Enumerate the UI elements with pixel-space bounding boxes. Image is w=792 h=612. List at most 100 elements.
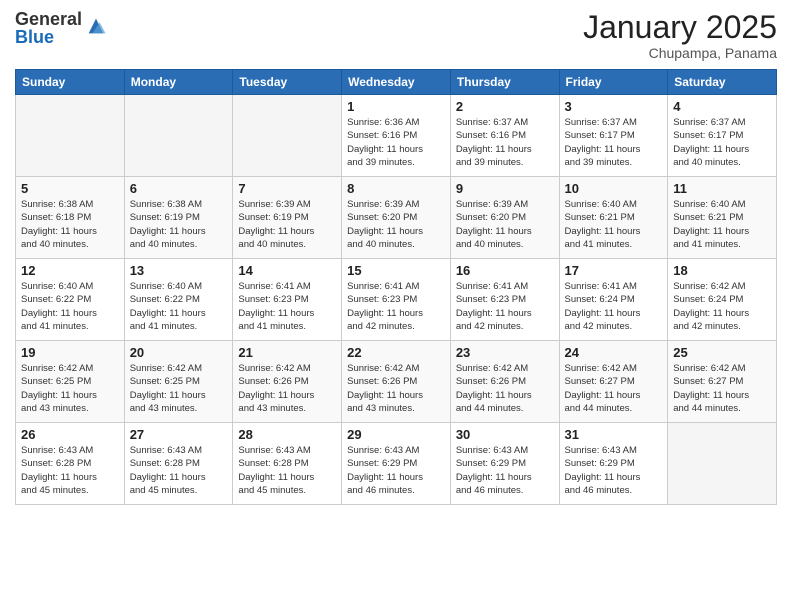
header-thursday: Thursday <box>450 70 559 95</box>
day-info: Sunrise: 6:42 AM Sunset: 6:24 PM Dayligh… <box>673 280 771 333</box>
calendar-cell: 18 Sunrise: 6:42 AM Sunset: 6:24 PM Dayli… <box>668 259 777 341</box>
day-number: 31 <box>565 427 663 442</box>
day-number: 12 <box>21 263 119 278</box>
calendar-cell: 5Sunrise: 6:38 AM Sunset: 6:18 PM Daylig… <box>16 177 125 259</box>
page: General Blue January 2025 Chupampa, Pana… <box>0 0 792 612</box>
calendar-cell: 30 Sunrise: 6:43 AM Sunset: 6:29 PM Dayli… <box>450 423 559 505</box>
calendar-cell: 4Sunrise: 6:37 AM Sunset: 6:17 PM Daylig… <box>668 95 777 177</box>
day-number: 11 <box>673 181 771 196</box>
calendar-cell: 11 Sunrise: 6:40 AM Sunset: 6:21 PM Dayli… <box>668 177 777 259</box>
day-number: 24 <box>565 345 663 360</box>
calendar-cell: 20 Sunrise: 6:42 AM Sunset: 6:25 PM Dayli… <box>124 341 233 423</box>
header-monday: Monday <box>124 70 233 95</box>
calendar-cell: 25 Sunrise: 6:42 AM Sunset: 6:27 PM Dayli… <box>668 341 777 423</box>
day-number: 23 <box>456 345 554 360</box>
day-number: 29 <box>347 427 445 442</box>
calendar-cell: 28 Sunrise: 6:43 AM Sunset: 6:28 PM Dayli… <box>233 423 342 505</box>
day-number: 15 <box>347 263 445 278</box>
day-info: Sunrise: 6:40 AM Sunset: 6:21 PM Dayligh… <box>673 198 771 251</box>
day-info: Sunrise: 6:42 AM Sunset: 6:25 PM Dayligh… <box>130 362 228 415</box>
calendar-cell: 19Sunrise: 6:42 AM Sunset: 6:25 PM Dayli… <box>16 341 125 423</box>
calendar-cell: 24 Sunrise: 6:42 AM Sunset: 6:27 PM Dayli… <box>559 341 668 423</box>
week-row-4: 19Sunrise: 6:42 AM Sunset: 6:25 PM Dayli… <box>16 341 777 423</box>
header-row: Sunday Monday Tuesday Wednesday Thursday… <box>16 70 777 95</box>
calendar-cell: 12 Sunrise: 6:40 AM Sunset: 6:22 PM Dayli… <box>16 259 125 341</box>
day-info: Sunrise: 6:42 AM Sunset: 6:26 PM Dayligh… <box>347 362 445 415</box>
day-number: 9 <box>456 181 554 196</box>
day-info: Sunrise: 6:43 AM Sunset: 6:29 PM Dayligh… <box>456 444 554 497</box>
day-number: 21 <box>238 345 336 360</box>
header-wednesday: Wednesday <box>342 70 451 95</box>
calendar-cell: 22 Sunrise: 6:42 AM Sunset: 6:26 PM Dayli… <box>342 341 451 423</box>
day-number: 4 <box>673 99 771 114</box>
day-info: Sunrise: 6:37 AM Sunset: 6:17 PM Dayligh… <box>565 116 663 169</box>
day-info: Sunrise: 6:42 AM Sunset: 6:27 PM Dayligh… <box>565 362 663 415</box>
day-number: 27 <box>130 427 228 442</box>
day-number: 8 <box>347 181 445 196</box>
day-info: Sunrise: 6:37 AM Sunset: 6:16 PM Dayligh… <box>456 116 554 169</box>
calendar-cell: 16Sunrise: 6:41 AM Sunset: 6:23 PM Dayli… <box>450 259 559 341</box>
day-number: 20 <box>130 345 228 360</box>
day-number: 2 <box>456 99 554 114</box>
calendar-cell <box>668 423 777 505</box>
calendar-table: Sunday Monday Tuesday Wednesday Thursday… <box>15 69 777 505</box>
calendar-cell: 1 Sunrise: 6:36 AM Sunset: 6:16 PM Daylig… <box>342 95 451 177</box>
day-number: 25 <box>673 345 771 360</box>
month-title: January 2025 <box>583 10 777 45</box>
day-number: 3 <box>565 99 663 114</box>
day-info: Sunrise: 6:42 AM Sunset: 6:26 PM Dayligh… <box>238 362 336 415</box>
day-info: Sunrise: 6:41 AM Sunset: 6:23 PM Dayligh… <box>238 280 336 333</box>
calendar-cell <box>16 95 125 177</box>
day-info: Sunrise: 6:39 AM Sunset: 6:20 PM Dayligh… <box>347 198 445 251</box>
calendar-cell: 26Sunrise: 6:43 AM Sunset: 6:28 PM Dayli… <box>16 423 125 505</box>
calendar-cell: 27 Sunrise: 6:43 AM Sunset: 6:28 PM Dayli… <box>124 423 233 505</box>
title-area: January 2025 Chupampa, Panama <box>583 10 777 61</box>
day-info: Sunrise: 6:40 AM Sunset: 6:22 PM Dayligh… <box>21 280 119 333</box>
header: General Blue January 2025 Chupampa, Pana… <box>15 10 777 61</box>
day-info: Sunrise: 6:43 AM Sunset: 6:28 PM Dayligh… <box>130 444 228 497</box>
day-number: 13 <box>130 263 228 278</box>
day-info: Sunrise: 6:42 AM Sunset: 6:26 PM Dayligh… <box>456 362 554 415</box>
calendar-cell: 31 Sunrise: 6:43 AM Sunset: 6:29 PM Dayli… <box>559 423 668 505</box>
calendar-cell: 7Sunrise: 6:39 AM Sunset: 6:19 PM Daylig… <box>233 177 342 259</box>
day-number: 18 <box>673 263 771 278</box>
day-number: 22 <box>347 345 445 360</box>
day-info: Sunrise: 6:40 AM Sunset: 6:22 PM Dayligh… <box>130 280 228 333</box>
day-info: Sunrise: 6:42 AM Sunset: 6:27 PM Dayligh… <box>673 362 771 415</box>
day-number: 1 <box>347 99 445 114</box>
day-number: 10 <box>565 181 663 196</box>
day-info: Sunrise: 6:40 AM Sunset: 6:21 PM Dayligh… <box>565 198 663 251</box>
week-row-2: 5Sunrise: 6:38 AM Sunset: 6:18 PM Daylig… <box>16 177 777 259</box>
day-info: Sunrise: 6:38 AM Sunset: 6:18 PM Dayligh… <box>21 198 119 251</box>
day-number: 30 <box>456 427 554 442</box>
calendar-cell: 14Sunrise: 6:41 AM Sunset: 6:23 PM Dayli… <box>233 259 342 341</box>
calendar-cell: 15Sunrise: 6:41 AM Sunset: 6:23 PM Dayli… <box>342 259 451 341</box>
header-sunday: Sunday <box>16 70 125 95</box>
day-number: 28 <box>238 427 336 442</box>
day-info: Sunrise: 6:39 AM Sunset: 6:19 PM Dayligh… <box>238 198 336 251</box>
day-info: Sunrise: 6:36 AM Sunset: 6:16 PM Dayligh… <box>347 116 445 169</box>
day-number: 26 <box>21 427 119 442</box>
day-info: Sunrise: 6:42 AM Sunset: 6:25 PM Dayligh… <box>21 362 119 415</box>
header-tuesday: Tuesday <box>233 70 342 95</box>
calendar-cell: 13 Sunrise: 6:40 AM Sunset: 6:22 PM Dayli… <box>124 259 233 341</box>
day-number: 6 <box>130 181 228 196</box>
week-row-3: 12 Sunrise: 6:40 AM Sunset: 6:22 PM Dayli… <box>16 259 777 341</box>
calendar-cell: 29Sunrise: 6:43 AM Sunset: 6:29 PM Dayli… <box>342 423 451 505</box>
week-row-1: 1 Sunrise: 6:36 AM Sunset: 6:16 PM Daylig… <box>16 95 777 177</box>
logo-icon <box>85 15 107 37</box>
day-info: Sunrise: 6:41 AM Sunset: 6:24 PM Dayligh… <box>565 280 663 333</box>
calendar-cell: 9Sunrise: 6:39 AM Sunset: 6:20 PM Daylig… <box>450 177 559 259</box>
logo-text: General Blue <box>15 10 82 46</box>
location: Chupampa, Panama <box>583 45 777 61</box>
day-info: Sunrise: 6:43 AM Sunset: 6:28 PM Dayligh… <box>238 444 336 497</box>
header-saturday: Saturday <box>668 70 777 95</box>
calendar-cell: 2 Sunrise: 6:37 AM Sunset: 6:16 PM Daylig… <box>450 95 559 177</box>
calendar-cell: 8 Sunrise: 6:39 AM Sunset: 6:20 PM Daylig… <box>342 177 451 259</box>
day-info: Sunrise: 6:38 AM Sunset: 6:19 PM Dayligh… <box>130 198 228 251</box>
calendar-cell <box>124 95 233 177</box>
calendar-cell: 10 Sunrise: 6:40 AM Sunset: 6:21 PM Dayli… <box>559 177 668 259</box>
day-info: Sunrise: 6:43 AM Sunset: 6:29 PM Dayligh… <box>565 444 663 497</box>
day-info: Sunrise: 6:41 AM Sunset: 6:23 PM Dayligh… <box>456 280 554 333</box>
calendar-cell: 6 Sunrise: 6:38 AM Sunset: 6:19 PM Daylig… <box>124 177 233 259</box>
